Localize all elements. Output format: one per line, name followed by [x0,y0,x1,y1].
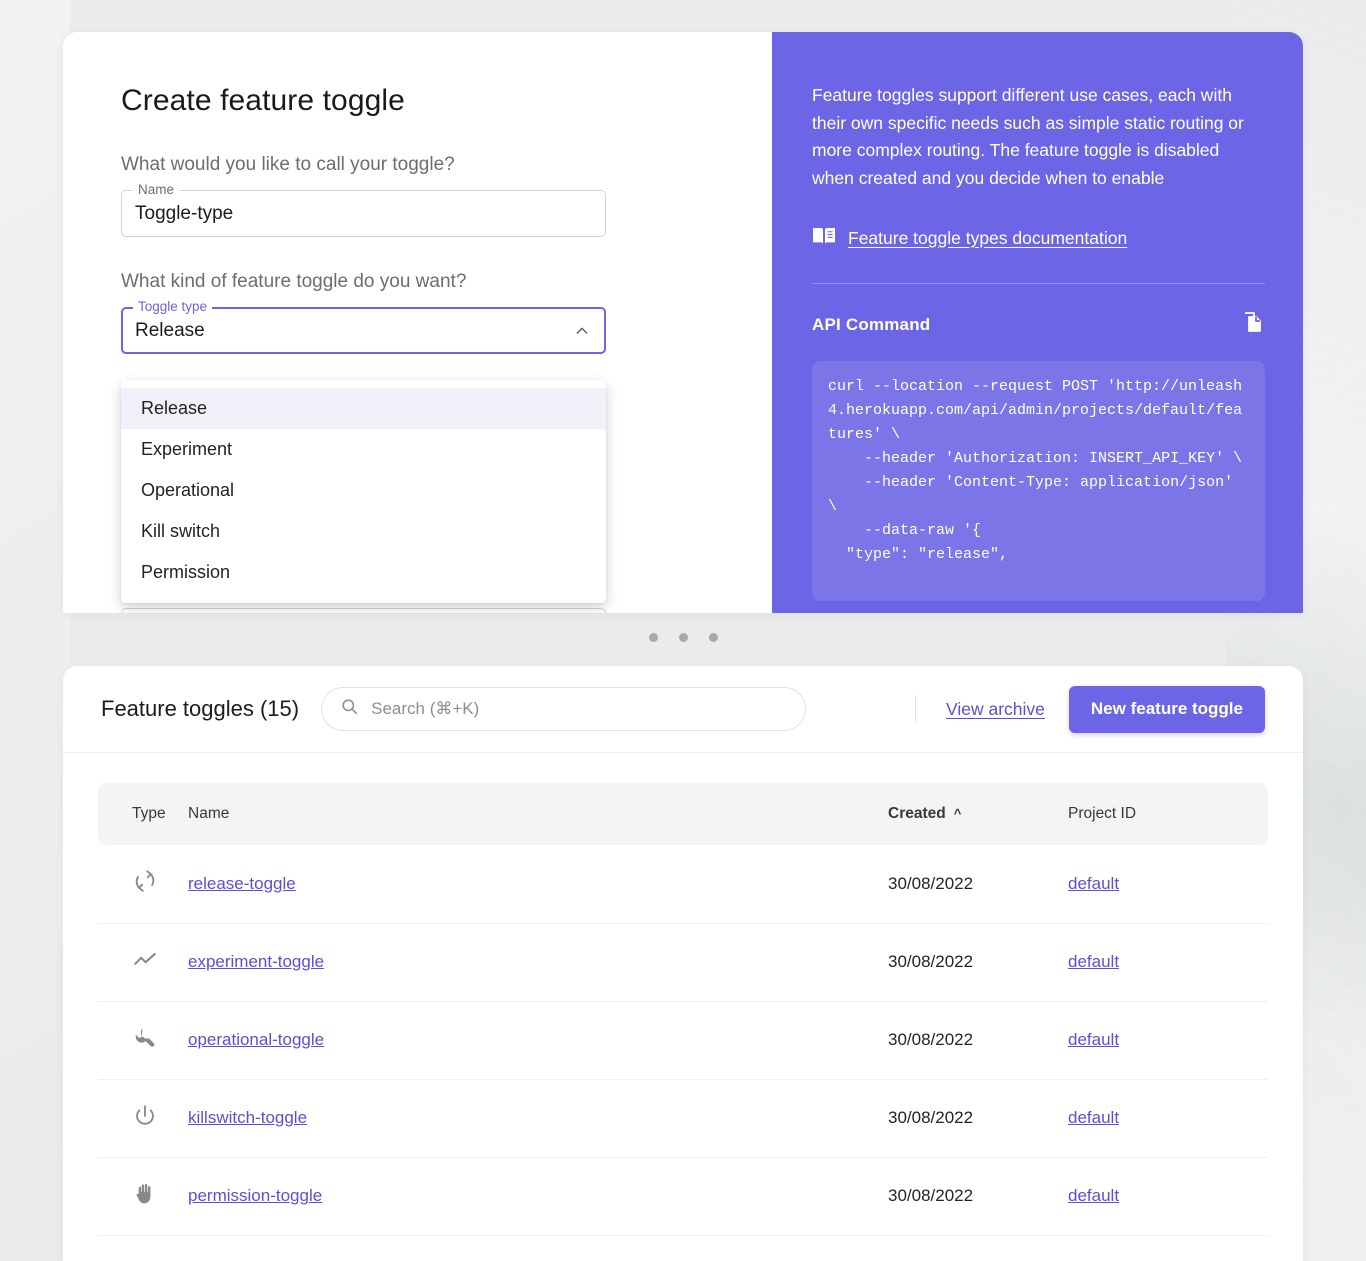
table-row[interactable]: killswitch-toggle 30/08/2022 default [98,1079,1268,1158]
create-feature-toggle-card: Create feature toggle What would you lik… [63,32,1303,613]
list-header: Feature toggles (15) Search (⌘+K) View a… [63,666,1303,753]
hand-icon [132,1181,188,1212]
documentation-link[interactable]: Feature toggle types documentation [848,228,1127,249]
column-header-project-id[interactable]: Project ID [1068,783,1268,845]
row-created-cell: 30/08/2022 [888,1079,1068,1158]
toggle-name-link[interactable]: killswitch-toggle [188,1108,307,1127]
table-row[interactable]: operational-toggle 30/08/2022 default [98,1001,1268,1080]
toggle-type-select[interactable]: Toggle type Release [121,299,606,354]
api-command-row: API Command [812,310,1265,339]
row-name-cell: release-toggle [188,845,888,924]
carousel-dot-2[interactable] [678,633,688,642]
trending-up-icon [132,947,188,978]
menu-item-permission[interactable]: Permission [121,552,606,593]
new-feature-toggle-button[interactable]: New feature toggle [1068,685,1265,733]
search-placeholder: Search (⌘+K) [371,699,480,718]
carousel-dot-3[interactable] [708,633,718,642]
menu-item-kill-switch[interactable]: Kill switch [121,511,606,552]
row-created-cell: 30/08/2022 [888,923,1068,1002]
info-description: Feature toggles support different use ca… [812,85,1244,188]
carousel-dot-1[interactable] [648,633,658,642]
api-code-block: curl --location --request POST 'http://u… [812,361,1265,601]
api-command-title: API Command [812,314,931,334]
table-row[interactable]: release-toggle 30/08/2022 default [98,845,1268,924]
row-type-cell [98,1157,188,1236]
row-type-cell [98,845,188,924]
chevron-up-icon: ^ [953,806,962,821]
row-project-cell: default [1068,845,1268,924]
carousel-dots[interactable] [0,633,1366,642]
row-created-cell: 30/08/2022 [888,845,1068,924]
header-divider [915,695,917,723]
toggle-name-link[interactable]: permission-toggle [188,1186,322,1205]
info-divider [812,283,1265,284]
wrench-icon [132,1025,188,1056]
menu-item-experiment[interactable]: Experiment [121,429,606,470]
toggle-name-link[interactable]: operational-toggle [188,1030,324,1049]
toggle-name-link[interactable]: experiment-toggle [188,952,324,971]
table-header-row: Type Name Created ^ Project ID [98,783,1268,845]
background-texture-left [0,0,70,1261]
row-type-cell [98,1079,188,1158]
row-project-cell: default [1068,923,1268,1002]
table-row[interactable]: permission-toggle 30/08/2022 default [98,1157,1268,1236]
project-id-link[interactable]: default [1068,1108,1119,1127]
chevron-up-icon[interactable] [574,323,590,339]
toggle-name-link[interactable]: release-toggle [188,874,296,893]
row-type-cell [98,923,188,1002]
search-icon [340,697,359,721]
table-row[interactable]: experiment-toggle 30/08/2022 default [98,923,1268,1002]
project-id-link[interactable]: default [1068,874,1119,893]
column-header-type[interactable]: Type [98,783,188,845]
column-header-created[interactable]: Created ^ [888,783,1068,845]
row-name-cell: operational-toggle [188,1001,888,1080]
row-project-cell: default [1068,1001,1268,1080]
view-archive-link[interactable]: View archive [946,699,1045,720]
row-name-cell: killswitch-toggle [188,1079,888,1158]
info-pane: Feature toggles support different use ca… [772,32,1303,613]
row-type-cell [98,1001,188,1080]
project-id-link[interactable]: default [1068,952,1119,971]
toggle-type-label: Toggle type [133,299,213,315]
project-id-link[interactable]: default [1068,1186,1119,1205]
menu-item-operational[interactable]: Operational [121,470,606,511]
name-field-label: Name [133,182,180,198]
power-icon [132,1103,188,1134]
create-form-pane: Create feature toggle What would you lik… [63,32,772,613]
loop-icon [132,868,188,899]
column-header-created-label: Created [888,805,946,822]
row-project-cell: default [1068,1157,1268,1236]
book-icon [812,226,836,251]
search-input[interactable]: Search (⌘+K) [321,687,807,731]
page-title: Create feature toggle [121,84,405,117]
type-question-label: What kind of feature toggle do you want? [121,271,467,292]
toggle-type-dropdown-menu[interactable]: Release Experiment Operational Kill swit… [121,380,606,603]
feature-toggles-list-card: Feature toggles (15) Search (⌘+K) View a… [63,666,1303,1261]
row-name-cell: permission-toggle [188,1157,888,1236]
menu-item-release[interactable]: Release [121,388,606,429]
api-code-text: curl --location --request POST 'http://u… [828,378,1243,563]
description-field[interactable] [121,608,606,613]
documentation-link-row[interactable]: Feature toggle types documentation [812,226,1265,251]
row-name-cell: experiment-toggle [188,923,888,1002]
name-question-label: What would you like to call your toggle? [121,154,455,175]
feature-toggles-table: Type Name Created ^ Project ID release-t… [98,783,1268,1236]
column-header-name[interactable]: Name [188,783,888,845]
name-field[interactable]: Name Toggle-type [121,182,606,237]
project-id-link[interactable]: default [1068,1030,1119,1049]
copy-icon[interactable] [1241,310,1265,339]
toggle-type-value: Release [135,319,205,341]
row-created-cell: 30/08/2022 [888,1157,1068,1236]
name-field-value: Toggle-type [135,202,234,224]
row-project-cell: default [1068,1079,1268,1158]
row-created-cell: 30/08/2022 [888,1001,1068,1080]
list-title: Feature toggles (15) [101,696,300,721]
